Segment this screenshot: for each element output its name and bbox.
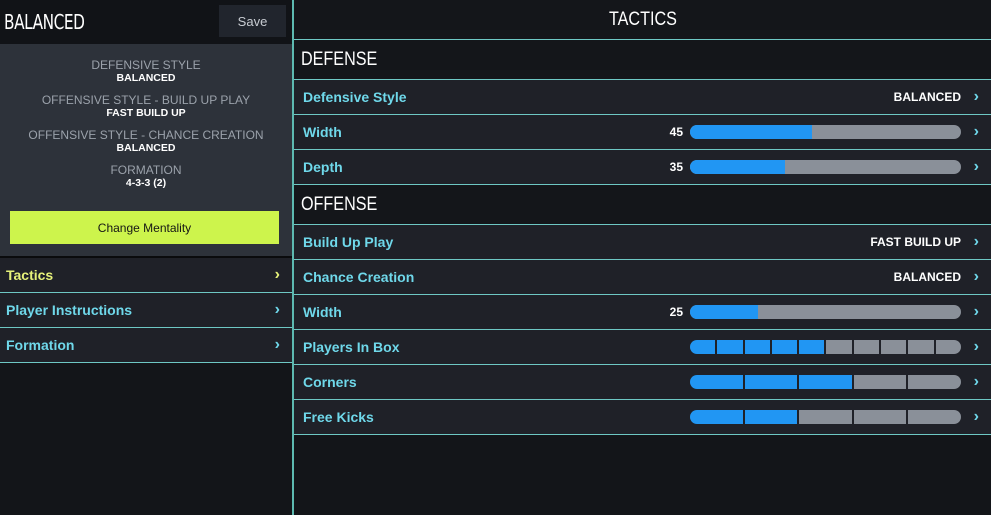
row-value: FAST BUILD UP [870, 235, 961, 249]
meter-segment[interactable] [744, 340, 770, 354]
section-heading: DEFENSE [301, 48, 378, 70]
section-heading: OFFENSE [301, 193, 378, 215]
slider-value: 45 [669, 125, 683, 139]
row-label: Players In Box [303, 339, 400, 355]
page-title: TACTICS [608, 8, 677, 30]
meter-segment[interactable] [771, 340, 798, 354]
meter-segment[interactable] [908, 375, 961, 389]
row-label: Corners [303, 374, 357, 390]
row-label: Width [303, 304, 342, 320]
summary-value: FAST BUILD UP [106, 107, 186, 119]
summary-formation: FORMATION 4-3-3 (2) [0, 163, 292, 190]
row-chance-creation[interactable]: Chance Creation BALANCED › [294, 260, 991, 295]
chevron-right-icon: › [274, 301, 280, 318]
corners-meter[interactable] [690, 375, 961, 389]
nav-item-label: Formation [6, 337, 75, 353]
summary-defensive-style: DEFENSIVE STYLE BALANCED [0, 58, 292, 85]
meter-segment[interactable] [853, 375, 907, 389]
defense-width-slider[interactable] [690, 125, 961, 139]
free-kicks-meter[interactable] [690, 410, 961, 424]
meter-segment[interactable] [881, 340, 907, 354]
summary-label: DEFENSIVE STYLE [91, 58, 201, 72]
summary-build-up-play: OFFENSIVE STYLE - BUILD UP PLAY FAST BUI… [0, 93, 292, 120]
left-nav: Tactics › Player Instructions › Formatio… [0, 256, 292, 363]
row-offense-width[interactable]: Width 25 › [294, 295, 991, 330]
chevron-right-icon[interactable]: › [974, 268, 979, 286]
row-label: Build Up Play [303, 234, 394, 250]
slider-fill [690, 125, 812, 139]
section-defense: DEFENSE [294, 40, 991, 80]
meter-segment[interactable] [853, 340, 880, 354]
defense-depth-slider[interactable] [690, 160, 961, 174]
summary-chance-creation: OFFENSIVE STYLE - CHANCE CREATION BALANC… [0, 128, 292, 155]
meter-segment[interactable] [908, 410, 961, 424]
change-mentality-button[interactable]: Change Mentality [10, 211, 279, 244]
row-players-in-box[interactable]: Players In Box › [294, 330, 991, 365]
summary-value: 4-3-3 (2) [125, 177, 167, 189]
chevron-right-icon[interactable]: › [974, 88, 979, 106]
chevron-right-icon[interactable]: › [974, 373, 979, 391]
chevron-right-icon: › [274, 266, 280, 283]
mentality-panel: BALANCED Save DEFENSIVE STYLE BALANCED O… [0, 0, 292, 515]
slider-value: 35 [669, 160, 683, 174]
nav-item-label: Tactics [6, 267, 54, 283]
meter-segment[interactable] [690, 410, 743, 424]
chevron-right-icon[interactable]: › [974, 408, 979, 426]
row-label: Free Kicks [303, 409, 374, 425]
summary-label: OFFENSIVE STYLE - CHANCE CREATION [28, 128, 264, 142]
chevron-right-icon[interactable]: › [974, 158, 979, 176]
row-label: Width [303, 124, 342, 140]
meter-segment[interactable] [744, 375, 798, 389]
meter-segment[interactable] [744, 410, 798, 424]
row-build-up-play[interactable]: Build Up Play FAST BUILD UP › [294, 225, 991, 260]
summary-label: FORMATION [110, 163, 182, 177]
meter-segment[interactable] [690, 375, 743, 389]
meter-segment[interactable] [690, 340, 716, 354]
meter-segment[interactable] [717, 340, 743, 354]
tactics-header: TACTICS [294, 0, 991, 40]
row-corners[interactable]: Corners › [294, 365, 991, 400]
summary-value: BALANCED [116, 142, 176, 154]
offense-width-slider[interactable] [690, 305, 961, 319]
row-value: BALANCED [893, 270, 961, 284]
save-button[interactable]: Save [219, 5, 286, 37]
meter-segment[interactable] [799, 340, 825, 354]
chevron-right-icon[interactable]: › [974, 123, 979, 141]
nav-item-formation[interactable]: Formation › [0, 328, 292, 363]
meter-segment[interactable] [799, 375, 852, 389]
row-defense-width[interactable]: Width 45 › [294, 115, 991, 150]
meter-segment[interactable] [826, 340, 852, 354]
meter-segment[interactable] [799, 410, 852, 424]
chevron-right-icon[interactable]: › [974, 338, 979, 356]
nav-item-tactics[interactable]: Tactics › [0, 258, 292, 293]
meter-segment[interactable] [853, 410, 907, 424]
mentality-summary: DEFENSIVE STYLE BALANCED OFFENSIVE STYLE… [0, 44, 292, 256]
chevron-right-icon: › [274, 336, 280, 353]
slider-fill [690, 305, 758, 319]
row-defense-depth[interactable]: Depth 35 › [294, 150, 991, 185]
summary-label: OFFENSIVE STYLE - BUILD UP PLAY [41, 93, 251, 107]
row-label: Defensive Style [303, 89, 407, 105]
nav-item-label: Player Instructions [6, 302, 133, 318]
chevron-right-icon[interactable]: › [974, 303, 979, 321]
row-defensive-style[interactable]: Defensive Style BALANCED › [294, 80, 991, 115]
mentality-header: BALANCED Save [0, 0, 292, 44]
tactics-panel: TACTICS DEFENSE Defensive Style BALANCED… [294, 0, 991, 515]
meter-segment[interactable] [908, 340, 934, 354]
row-value: BALANCED [893, 90, 961, 104]
nav-item-player-instructions[interactable]: Player Instructions › [0, 293, 292, 328]
summary-value: BALANCED [116, 72, 176, 84]
meter-segment[interactable] [935, 340, 961, 354]
row-label: Depth [303, 159, 343, 175]
slider-value: 25 [669, 305, 683, 319]
slider-fill [690, 160, 785, 174]
mentality-title: BALANCED [4, 10, 85, 34]
chevron-right-icon[interactable]: › [974, 233, 979, 251]
row-free-kicks[interactable]: Free Kicks › [294, 400, 991, 435]
players-in-box-meter[interactable] [690, 340, 961, 354]
section-offense: OFFENSE [294, 185, 991, 225]
row-label: Chance Creation [303, 269, 415, 285]
